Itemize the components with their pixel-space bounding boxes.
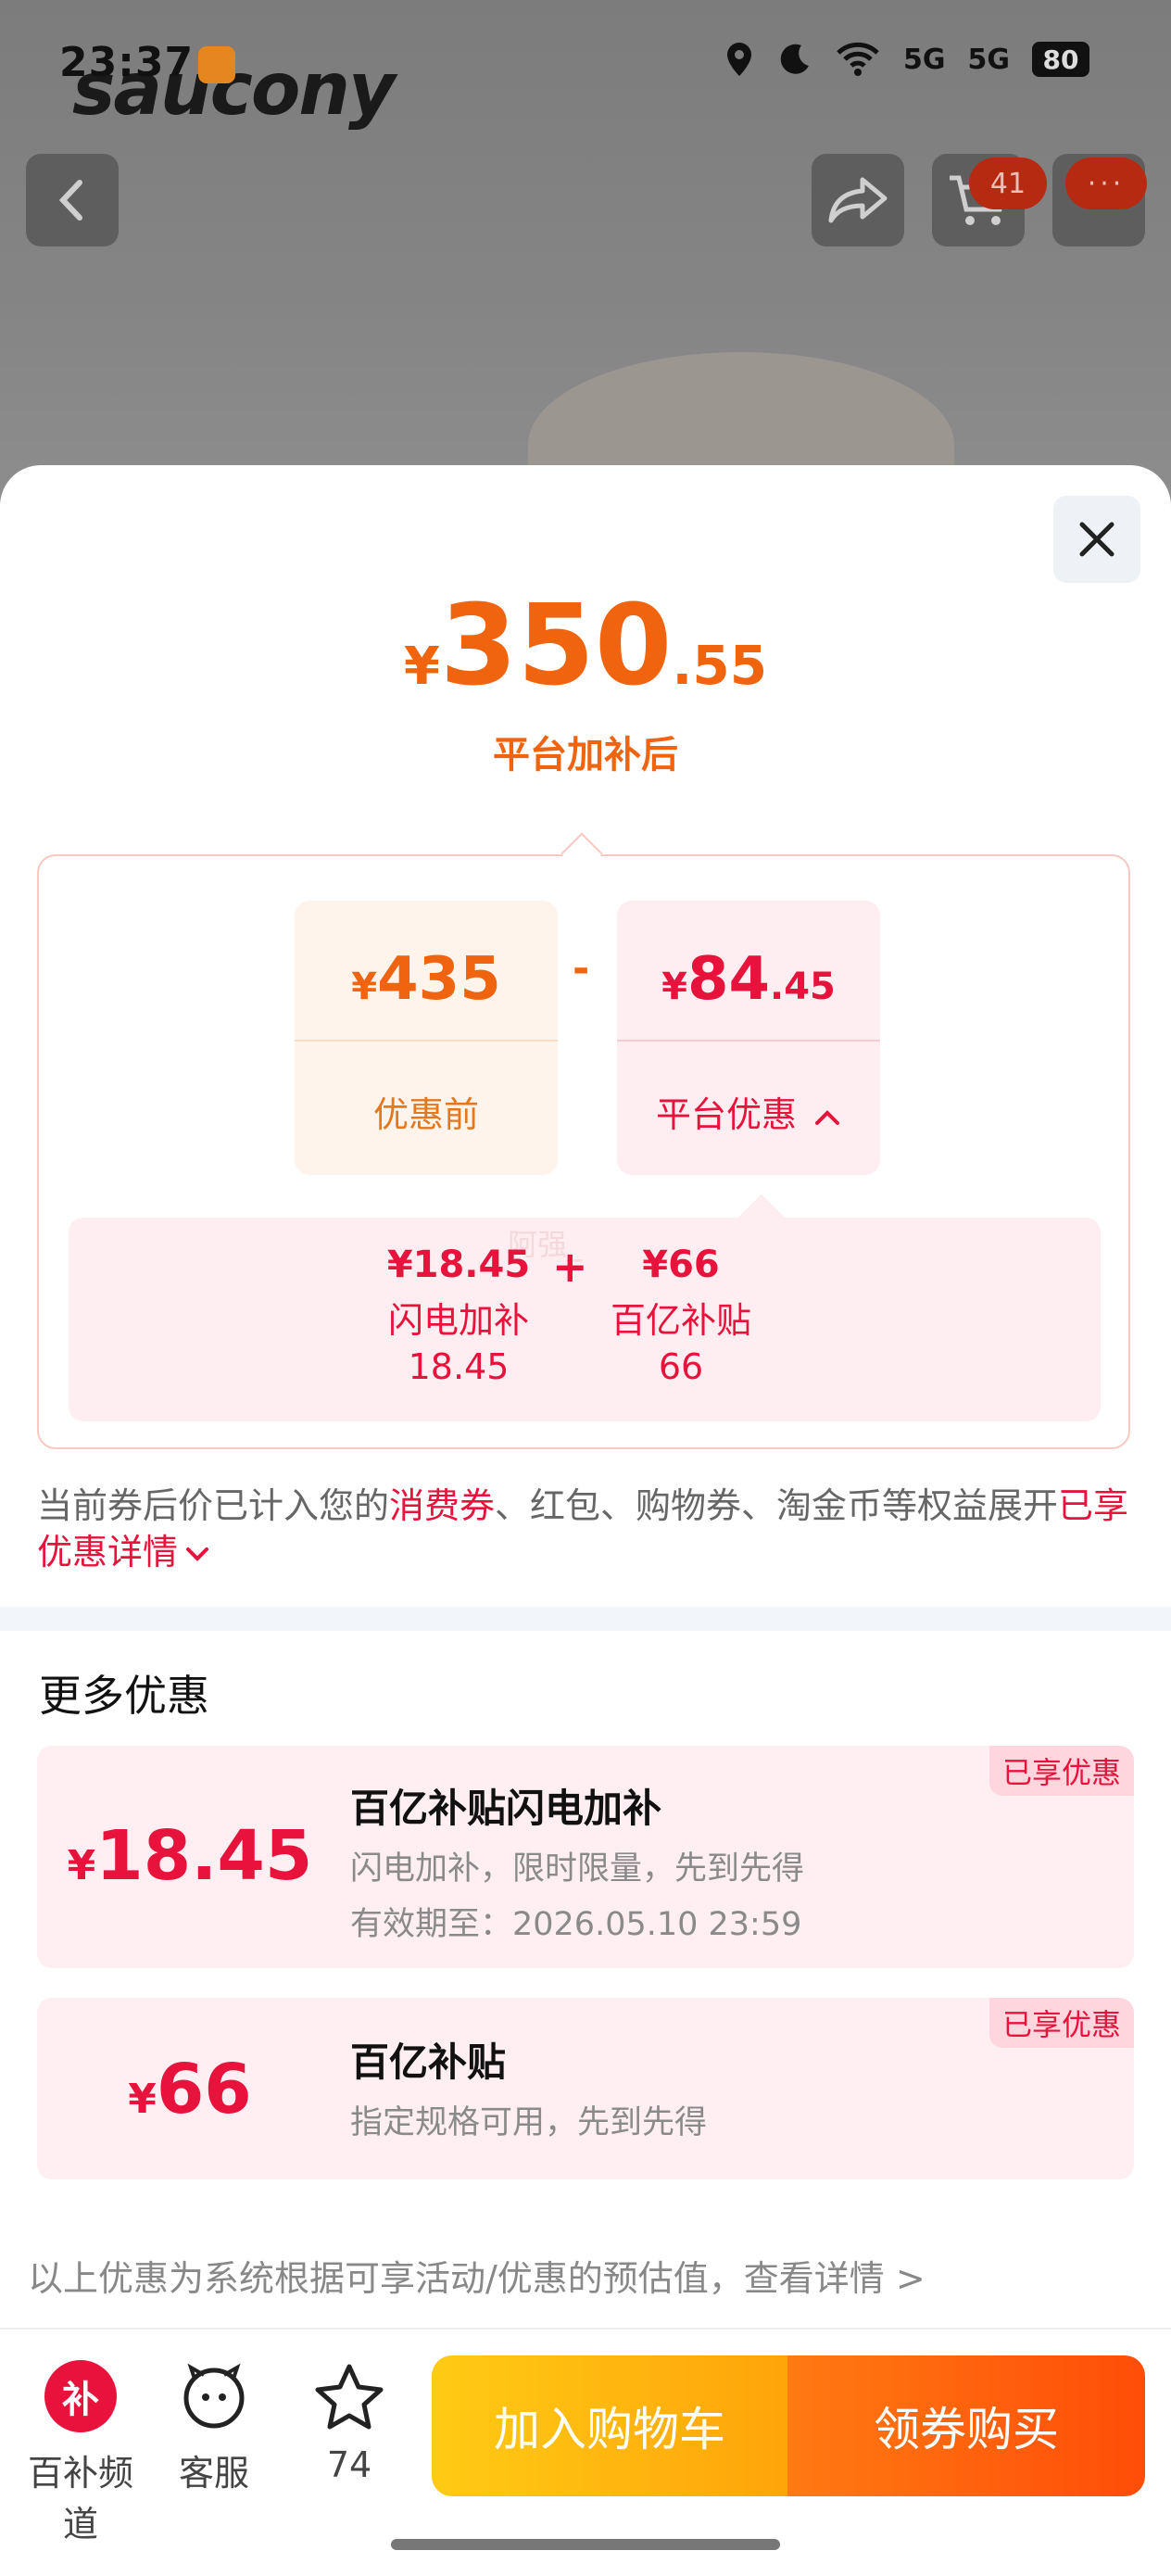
subsidy-channel-button[interactable]: 补 百补频道 — [11, 2359, 150, 2546]
offer-title: 百亿补贴闪电加补 — [350, 1786, 662, 1831]
enjoyed-badge: 已享优惠 — [988, 1998, 1134, 2048]
enjoyed-badge: 已享优惠 — [988, 1746, 1134, 1796]
discount-currency: ¥ — [661, 966, 687, 1008]
final-price-integer: 350 — [439, 582, 673, 711]
offer-description: 指定规格可用，先到先得 — [350, 2104, 708, 2141]
plus-sign: + — [552, 1242, 588, 1292]
favorite-button[interactable]: 74 — [280, 2359, 419, 2485]
final-price-currency: ¥ — [403, 637, 440, 697]
chevron-down-icon[interactable] — [183, 1544, 211, 1564]
more-options-badge[interactable]: ··· — [1065, 158, 1147, 209]
breakdown-name: 百亿补贴 — [610, 1300, 751, 1341]
subsidy-channel-label: 百补频道 — [27, 2453, 133, 2544]
breakdown-value: 18.45 — [408, 1346, 510, 1387]
wifi-icon — [837, 42, 879, 76]
platform-discount-label: 平台优惠 — [617, 1086, 880, 1137]
minus-sign: - — [573, 945, 590, 992]
card-divider — [617, 1040, 880, 1042]
breakdown-amount: ¥66 — [642, 1244, 720, 1286]
consumer-coupon-link[interactable]: 消费券 — [389, 1485, 495, 1526]
original-price-value: 435 — [377, 945, 501, 1014]
cart-count-badge: 41 — [969, 158, 1047, 209]
customer-service-label: 客服 — [178, 2453, 249, 2494]
discount-integer: 84 — [686, 945, 771, 1014]
benefits-note: 当前券后价已计入您的消费券、红包、购物券、淘金币等权益展开已享优惠详情 — [37, 1483, 1130, 1575]
offer-value: 18.45 — [95, 1816, 313, 1896]
note-text: 当前券后价已计入您的 — [37, 1485, 390, 1526]
subsidy-channel-icon-text: 补 — [44, 2360, 117, 2432]
star-icon — [280, 2359, 419, 2433]
breakdown-name: 闪电加补 — [387, 1300, 529, 1341]
section-separator — [0, 1607, 1171, 1631]
original-price: ¥435 — [295, 945, 558, 1014]
moon-icon — [780, 44, 809, 74]
card-divider — [295, 1040, 558, 1042]
bottom-bar-divider — [0, 2328, 1171, 2330]
breakdown-amount: ¥18.45 — [386, 1244, 531, 1286]
share-button[interactable] — [812, 154, 904, 246]
customer-service-icon — [145, 2359, 283, 2433]
signal-5g-1: 5G — [903, 43, 946, 76]
breakdown-value: 66 — [658, 1346, 704, 1387]
home-indicator[interactable] — [391, 2539, 780, 2550]
offer-card-lightning[interactable]: ¥18.45 百亿补贴闪电加补 闪电加补，限时限量，先到先得 有效期至：2026… — [37, 1746, 1134, 1968]
status-icons: 5G 5G 80 — [724, 41, 1089, 78]
original-price-label: 优惠前 — [372, 1094, 479, 1135]
claim-coupon-buy-button[interactable]: 领券购买 — [787, 2355, 1145, 2496]
close-icon — [1079, 522, 1114, 557]
breakdown-item-subsidy: ¥66 百亿补贴 66 — [593, 1244, 769, 1387]
status-time: 23:37 — [59, 39, 195, 86]
original-price-card: ¥435 优惠前 — [295, 901, 558, 1175]
offer-currency: ¥ — [128, 2076, 157, 2123]
platform-discount-card[interactable]: ¥84.45 平台优惠 — [617, 901, 880, 1175]
final-price: ¥350.55 — [0, 582, 1171, 711]
offer-validity: 有效期至：2026.05.10 23:59 — [350, 1906, 802, 1943]
offer-amount: ¥18.45 — [37, 1816, 343, 1896]
offer-title: 百亿补贴 — [350, 2039, 507, 2085]
final-price-decimal: .55 — [672, 634, 768, 697]
customer-service-button[interactable]: 客服 — [145, 2359, 283, 2495]
add-to-cart-button[interactable]: 加入购物车 — [432, 2355, 787, 2496]
platform-discount-text: 平台优惠 — [655, 1094, 797, 1135]
offer-card-subsidy[interactable]: ¥66 百亿补贴 指定规格可用，先到先得 已享优惠 — [37, 1998, 1134, 2179]
note-text: 、红包、购物券、淘金币等权益展开 — [495, 1485, 1059, 1526]
discount-decimal: .45 — [770, 966, 836, 1008]
share-icon — [828, 177, 888, 223]
subsidy-channel-icon: 补 — [11, 2359, 150, 2433]
discount-price: ¥84.45 — [617, 945, 880, 1014]
original-price-currency: ¥ — [351, 966, 378, 1008]
back-button[interactable] — [26, 154, 119, 246]
offer-description: 闪电加补，限时限量，先到先得 — [350, 1850, 805, 1888]
favorite-count: 74 — [326, 2444, 372, 2485]
more-offers-title: 更多优惠 — [39, 1671, 209, 1721]
close-button[interactable] — [1053, 496, 1140, 583]
offer-amount: ¥66 — [37, 2050, 343, 2129]
offer-currency: ¥ — [67, 1842, 96, 1889]
signal-5g-2: 5G — [967, 43, 1011, 76]
battery-icon: 80 — [1032, 42, 1089, 77]
app-notification-icon — [198, 46, 235, 83]
chevron-left-icon — [58, 180, 82, 221]
offer-value: 66 — [156, 2050, 252, 2129]
location-icon — [727, 43, 751, 76]
breakdown-item-lightning: ¥18.45 闪电加补 18.45 — [371, 1244, 547, 1387]
estimate-footnote-link[interactable]: 以上优惠为系统根据可享活动/优惠的预估值，查看详情 > — [28, 2250, 925, 2301]
chevron-up-icon — [815, 1109, 840, 1125]
final-price-label: 平台加补后 — [493, 734, 678, 777]
